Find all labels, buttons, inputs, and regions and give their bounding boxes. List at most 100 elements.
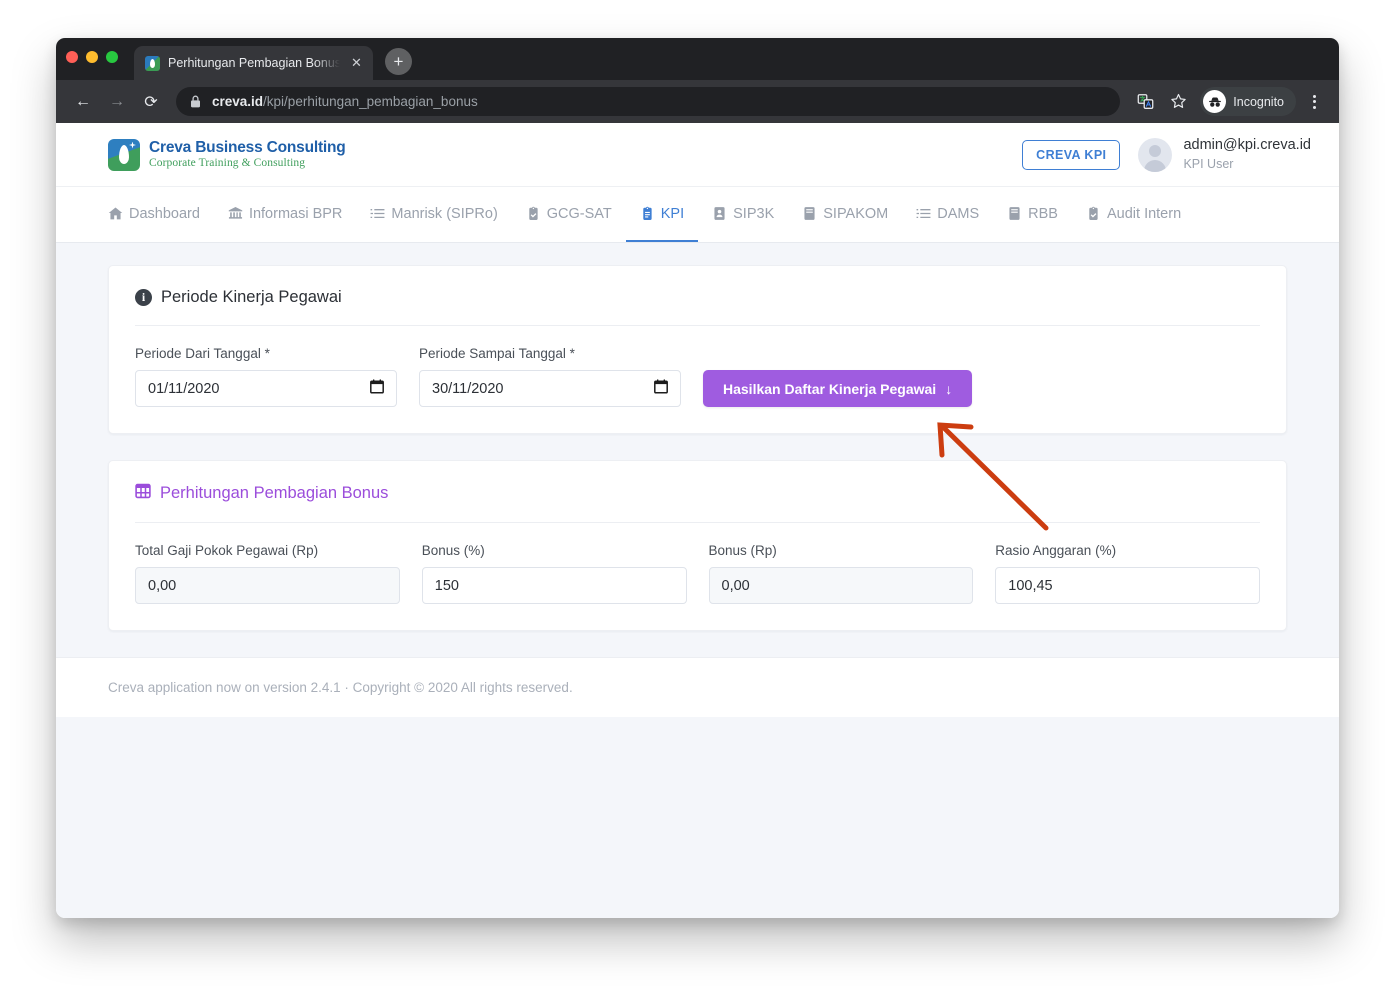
browser-toolbar: ← → ⟳ creva.id/kpi/perhitungan_pembagian… xyxy=(56,80,1339,123)
site-header: Creva Business Consulting Corporate Trai… xyxy=(56,123,1339,187)
list-icon xyxy=(916,206,931,221)
period-card-title-text: Periode Kinerja Pegawai xyxy=(161,288,342,306)
total-gaji-value: 0,00 xyxy=(148,577,177,594)
total-gaji-label: Total Gaji Pokok Pegawai (Rp) xyxy=(135,543,319,558)
period-card: i Periode Kinerja Pegawai Periode Dari T… xyxy=(108,265,1287,434)
rasio-anggaran-value: 100,45 xyxy=(1008,577,1053,594)
info-icon: i xyxy=(135,289,152,306)
favicon-icon xyxy=(145,55,160,71)
browser-tab-strip: Perhitungan Pembagian Bonus ✕ + xyxy=(56,38,1339,80)
browser-menu-icon[interactable] xyxy=(1301,87,1327,117)
date-to-value: 30/11/2020 xyxy=(432,380,504,397)
nav-label: SIP3K xyxy=(733,205,775,222)
tab-title: Perhitungan Pembagian Bonus xyxy=(168,56,340,70)
user-info: admin@kpi.creva.id KPI User xyxy=(1183,136,1311,172)
date-to-label: Periode Sampai Tanggal * xyxy=(419,346,575,361)
clipboard-check-icon xyxy=(1086,206,1101,221)
book-icon xyxy=(802,206,817,221)
list-icon xyxy=(370,206,385,221)
date-from-field: Periode Dari Tanggal * 01/11/2020 xyxy=(135,346,397,407)
nav-item-audit-intern[interactable]: Audit Intern xyxy=(1072,187,1195,242)
clipboard-icon xyxy=(640,206,655,221)
close-tab-icon[interactable]: ✕ xyxy=(348,55,365,72)
nav-item-rbb[interactable]: RBB xyxy=(993,187,1072,242)
bonus-card-title-text: Perhitungan Pembagian Bonus xyxy=(160,484,389,502)
period-card-title: i Periode Kinerja Pegawai xyxy=(135,288,1260,326)
translate-icon[interactable] xyxy=(1130,87,1160,117)
nav-item-sip3k[interactable]: SIP3K xyxy=(698,187,788,242)
footer-text: Creva application now on version 2.4.1 ·… xyxy=(108,680,573,695)
url-domain: creva.id xyxy=(212,94,264,109)
maximize-window-button[interactable] xyxy=(106,51,118,63)
address-bar[interactable]: creva.id/kpi/perhitungan_pembagian_bonus xyxy=(176,87,1121,116)
calendar-icon[interactable] xyxy=(370,379,384,398)
generate-button-label: Hasilkan Daftar Kinerja Pegawai xyxy=(723,380,937,397)
bonus-rupiah-value: 0,00 xyxy=(721,577,750,594)
nav-label: DAMS xyxy=(937,205,980,222)
window-traffic-lights xyxy=(66,51,118,63)
bonus-form: Total Gaji Pokok Pegawai (Rp) 0,00 Bonus… xyxy=(135,543,1260,604)
nav-item-kpi[interactable]: KPI xyxy=(625,187,699,242)
calendar-icon[interactable] xyxy=(654,379,668,398)
total-gaji-input[interactable]: 0,00 xyxy=(135,567,400,604)
incognito-label: Incognito xyxy=(1233,94,1284,109)
header-actions: CREVA KPI admin@kpi.creva.id KPI User xyxy=(1022,136,1311,172)
nav-item-sipakom[interactable]: SIPAKOM xyxy=(788,187,902,242)
brand-text: Creva Business Consulting Corporate Trai… xyxy=(149,139,346,169)
browser-window: Perhitungan Pembagian Bonus ✕ + ← → ⟳ cr… xyxy=(56,38,1339,918)
brand-logo[interactable]: Creva Business Consulting Corporate Trai… xyxy=(108,138,346,171)
nav-item-informasi-bpr[interactable]: Informasi BPR xyxy=(214,187,356,242)
nav-label: KPI xyxy=(660,205,685,222)
arrow-down-icon: ↓ xyxy=(945,380,953,397)
bookmark-star-icon[interactable] xyxy=(1163,87,1193,117)
rasio-anggaran-input[interactable]: 100,45 xyxy=(995,567,1260,604)
page-footer: Creva application now on version 2.4.1 ·… xyxy=(56,657,1339,717)
date-from-value: 01/11/2020 xyxy=(148,380,220,397)
user-role: KPI User xyxy=(1183,156,1234,171)
rasio-anggaran-field: Rasio Anggaran (%) 100,45 xyxy=(995,543,1260,604)
forward-button[interactable]: → xyxy=(102,87,132,117)
brand-title: Creva Business Consulting xyxy=(149,139,346,157)
nav-item-gcg-sat[interactable]: GCG-SAT xyxy=(512,187,626,242)
user-menu[interactable]: admin@kpi.creva.id KPI User xyxy=(1138,136,1311,172)
rasio-anggaran-label: Rasio Anggaran (%) xyxy=(995,543,1117,558)
browser-tab[interactable]: Perhitungan Pembagian Bonus ✕ xyxy=(134,46,373,80)
bank-icon xyxy=(228,206,243,221)
bonus-percent-value: 150 xyxy=(434,577,459,594)
nav-label: Audit Intern xyxy=(1106,205,1182,222)
reload-button[interactable]: ⟳ xyxy=(136,87,166,117)
incognito-profile-button[interactable]: Incognito xyxy=(1200,87,1296,116)
creva-logo-icon xyxy=(108,138,140,171)
bonus-rupiah-input[interactable]: 0,00 xyxy=(708,567,974,604)
bonus-card: Perhitungan Pembagian Bonus Total Gaji P… xyxy=(108,460,1287,631)
generate-kinerja-button[interactable]: Hasilkan Daftar Kinerja Pegawai ↓ xyxy=(703,370,973,407)
id-card-icon xyxy=(712,206,727,221)
back-button[interactable]: ← xyxy=(68,87,98,117)
nav-label: Manrisk (SIPRo) xyxy=(391,205,498,222)
toolbar-actions: Incognito xyxy=(1130,87,1327,117)
main-content: i Periode Kinerja Pegawai Periode Dari T… xyxy=(56,243,1339,631)
book-icon xyxy=(1007,206,1022,221)
url-path: /kpi/perhitungan_pembagian_bonus xyxy=(263,94,478,109)
bonus-rupiah-field: Bonus (Rp) 0,00 xyxy=(708,543,974,604)
avatar xyxy=(1138,137,1173,172)
minimize-window-button[interactable] xyxy=(86,51,98,63)
date-from-label: Periode Dari Tanggal * xyxy=(135,346,270,361)
incognito-icon xyxy=(1203,90,1227,113)
bonus-card-title: Perhitungan Pembagian Bonus xyxy=(135,483,1260,523)
creva-kpi-button[interactable]: CREVA KPI xyxy=(1022,139,1121,170)
date-from-input[interactable]: 01/11/2020 xyxy=(135,370,397,407)
new-tab-button[interactable]: + xyxy=(385,48,412,75)
page-viewport: Creva Business Consulting Corporate Trai… xyxy=(56,123,1339,918)
main-navigation: Dashboard Informasi BPR Manrisk (SIPRo) … xyxy=(56,187,1339,243)
date-to-input[interactable]: 30/11/2020 xyxy=(419,370,681,407)
nav-item-dams[interactable]: DAMS xyxy=(902,187,993,242)
bonus-percent-label: Bonus (%) xyxy=(421,543,485,558)
nav-item-dashboard[interactable]: Dashboard xyxy=(108,187,214,242)
close-window-button[interactable] xyxy=(66,51,78,63)
lock-icon xyxy=(190,95,201,108)
bonus-percent-input[interactable]: 150 xyxy=(421,567,687,604)
nav-label: SIPAKOM xyxy=(823,205,889,222)
calculator-icon xyxy=(135,483,151,504)
nav-item-manrisk[interactable]: Manrisk (SIPRo) xyxy=(356,187,511,242)
